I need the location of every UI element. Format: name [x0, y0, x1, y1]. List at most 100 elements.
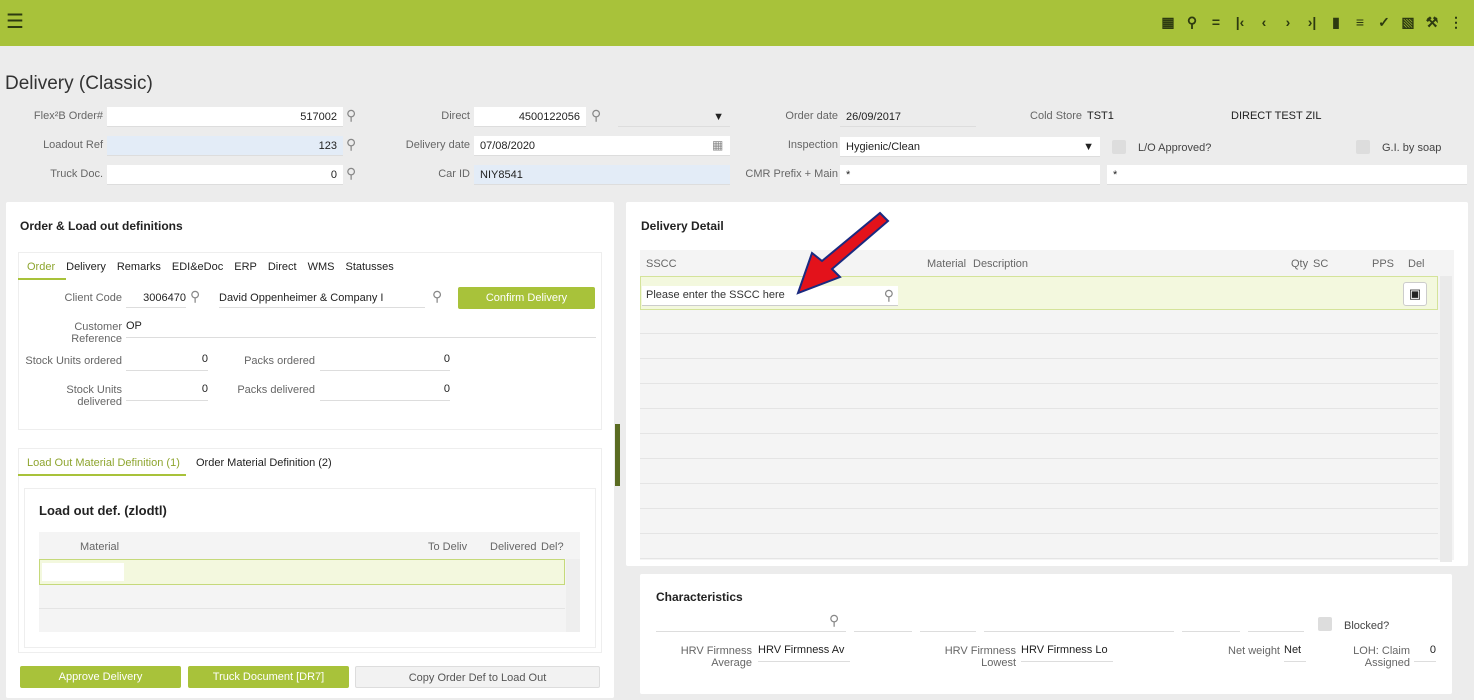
table-row[interactable]	[640, 434, 1438, 459]
col-del[interactable]: Del?	[541, 541, 564, 553]
search-icon[interactable]: ⚲	[591, 107, 601, 124]
char-field[interactable]	[1182, 614, 1240, 632]
col-pps[interactable]: PPS	[1372, 258, 1394, 270]
col-description[interactable]: Description	[973, 258, 1028, 270]
tab-order-material[interactable]: Order Material Definition (2)	[196, 457, 332, 469]
confirm-delivery-button[interactable]: Confirm Delivery	[458, 287, 595, 309]
char-field[interactable]	[1248, 614, 1304, 632]
net-weight-field[interactable]: Net	[1284, 644, 1306, 662]
search-icon[interactable]: ⚲	[346, 165, 356, 182]
calendar-icon[interactable]: ▦	[1156, 12, 1180, 32]
table-row[interactable]	[640, 384, 1438, 409]
loh-claim-field[interactable]: 0	[1414, 644, 1436, 662]
table-scrollbar[interactable]	[1440, 276, 1452, 562]
blocked-label: Blocked?	[1344, 620, 1390, 632]
stock-delivered-field[interactable]: 0	[126, 383, 208, 401]
search-icon[interactable]: ⚲	[432, 288, 442, 305]
approve-delivery-button[interactable]: Approve Delivery	[20, 666, 181, 688]
col-sscc[interactable]: SSCC	[646, 258, 677, 270]
sscc-placeholder: Please enter the SSCC here	[646, 289, 785, 301]
col-material[interactable]: Material	[80, 541, 119, 553]
col-sc[interactable]: SC	[1313, 258, 1328, 270]
lo-approved-checkbox[interactable]	[1112, 140, 1126, 154]
truck-doc-field[interactable]: 0	[107, 165, 343, 185]
client-code-field[interactable]: 3006470	[126, 290, 186, 308]
hrv-lowest-field[interactable]: HRV Firmness Lo	[1021, 644, 1113, 662]
hrv-average-field[interactable]: HRV Firmness Av	[758, 644, 850, 662]
lo-approved-label: L/O Approved?	[1138, 142, 1212, 154]
col-material[interactable]: Material	[927, 258, 966, 270]
char-search-field[interactable]	[656, 614, 846, 632]
cmr-prefix-field[interactable]: *	[840, 165, 1100, 185]
next-icon[interactable]: ›	[1276, 12, 1300, 32]
blocked-checkbox[interactable]	[1318, 617, 1332, 631]
char-field[interactable]	[920, 614, 976, 632]
stock-ordered-field[interactable]: 0	[126, 353, 208, 371]
col-qty[interactable]: Qty	[1291, 258, 1308, 270]
characteristics-panel	[640, 574, 1452, 694]
copy-order-def-button[interactable]: Copy Order Def to Load Out	[355, 666, 600, 688]
table-row[interactable]	[640, 359, 1438, 384]
direct-dropdown[interactable]: ▼	[618, 107, 730, 127]
delivery-date-label: Delivery date	[405, 139, 470, 151]
tab-direct[interactable]: Direct	[268, 261, 297, 273]
search-icon[interactable]: ⚲	[346, 107, 356, 124]
col-to-deliv[interactable]: To Deliv	[428, 541, 467, 553]
more-icon[interactable]: ⋮	[1444, 12, 1468, 32]
material-input[interactable]	[42, 563, 124, 581]
packs-ordered-field[interactable]: 0	[320, 353, 450, 371]
calendar-icon[interactable]: ▦	[712, 138, 723, 152]
packs-delivered-field[interactable]: 0	[320, 383, 450, 401]
table-row[interactable]	[640, 509, 1438, 534]
delivery-date-field[interactable]: 07/08/2020	[474, 136, 730, 156]
check-icon[interactable]: ✓	[1372, 12, 1396, 32]
tab-delivery[interactable]: Delivery	[66, 261, 106, 273]
document-icon[interactable]: ▮	[1324, 12, 1348, 32]
tab-erp[interactable]: ERP	[234, 261, 257, 273]
table-row[interactable]	[640, 409, 1438, 434]
gi-soap-checkbox[interactable]	[1356, 140, 1370, 154]
panel-splitter[interactable]	[615, 424, 620, 486]
tab-edi-edoc[interactable]: EDI&eDoc	[172, 261, 223, 273]
delete-row-button[interactable]: ▣	[1403, 282, 1427, 306]
equals-icon[interactable]: =	[1204, 12, 1228, 32]
table-row[interactable]	[640, 334, 1438, 359]
flex-order-field[interactable]: 517002	[107, 107, 343, 127]
prev-icon[interactable]: ‹	[1252, 12, 1276, 32]
search-icon[interactable]: ⚲	[190, 288, 200, 305]
table-row[interactable]	[640, 484, 1438, 509]
col-delivered[interactable]: Delivered	[490, 541, 536, 553]
tab-loadout-material[interactable]: Load Out Material Definition (1)	[27, 457, 180, 469]
client-name-field[interactable]: David Oppenheimer & Company I	[219, 290, 425, 308]
chevron-down-icon: ▼	[713, 111, 724, 123]
table-row[interactable]	[640, 534, 1438, 559]
car-id-field[interactable]: NIY8541	[474, 165, 730, 185]
table-scrollbar[interactable]	[566, 559, 580, 632]
tab-statusses[interactable]: Statusses	[345, 261, 393, 273]
cmr-label: CMR Prefix + Main	[745, 168, 838, 180]
last-icon[interactable]: ›|	[1300, 12, 1324, 32]
truck-document-button[interactable]: Truck Document [DR7]	[188, 666, 349, 688]
list-icon[interactable]: ≡	[1348, 12, 1372, 32]
hamburger-icon[interactable]: ☰	[6, 12, 24, 32]
trash-icon[interactable]: ▧	[1396, 12, 1420, 32]
search-icon[interactable]: ⚲	[829, 612, 839, 629]
table-row[interactable]	[640, 310, 1438, 334]
loadout-ref-field[interactable]: 123	[107, 136, 343, 156]
wrench-icon[interactable]: ⚒	[1420, 12, 1444, 32]
inspection-select[interactable]: Hygienic/Clean ▼	[840, 137, 1100, 157]
char-field[interactable]	[984, 614, 1174, 632]
char-field[interactable]	[854, 614, 912, 632]
table-row[interactable]	[39, 585, 565, 609]
customer-ref-field[interactable]: OP	[126, 320, 596, 338]
first-icon[interactable]: |‹	[1228, 12, 1252, 32]
tab-remarks[interactable]: Remarks	[117, 261, 161, 273]
col-del[interactable]: Del	[1408, 258, 1425, 270]
table-row[interactable]	[640, 459, 1438, 484]
direct-field[interactable]: 4500122056	[474, 107, 586, 127]
tab-wms[interactable]: WMS	[308, 261, 335, 273]
search-icon[interactable]: ⚲	[1180, 12, 1204, 32]
cmr-main-field[interactable]: *	[1107, 165, 1467, 185]
tab-order[interactable]: Order	[27, 261, 55, 273]
search-icon[interactable]: ⚲	[346, 136, 356, 153]
